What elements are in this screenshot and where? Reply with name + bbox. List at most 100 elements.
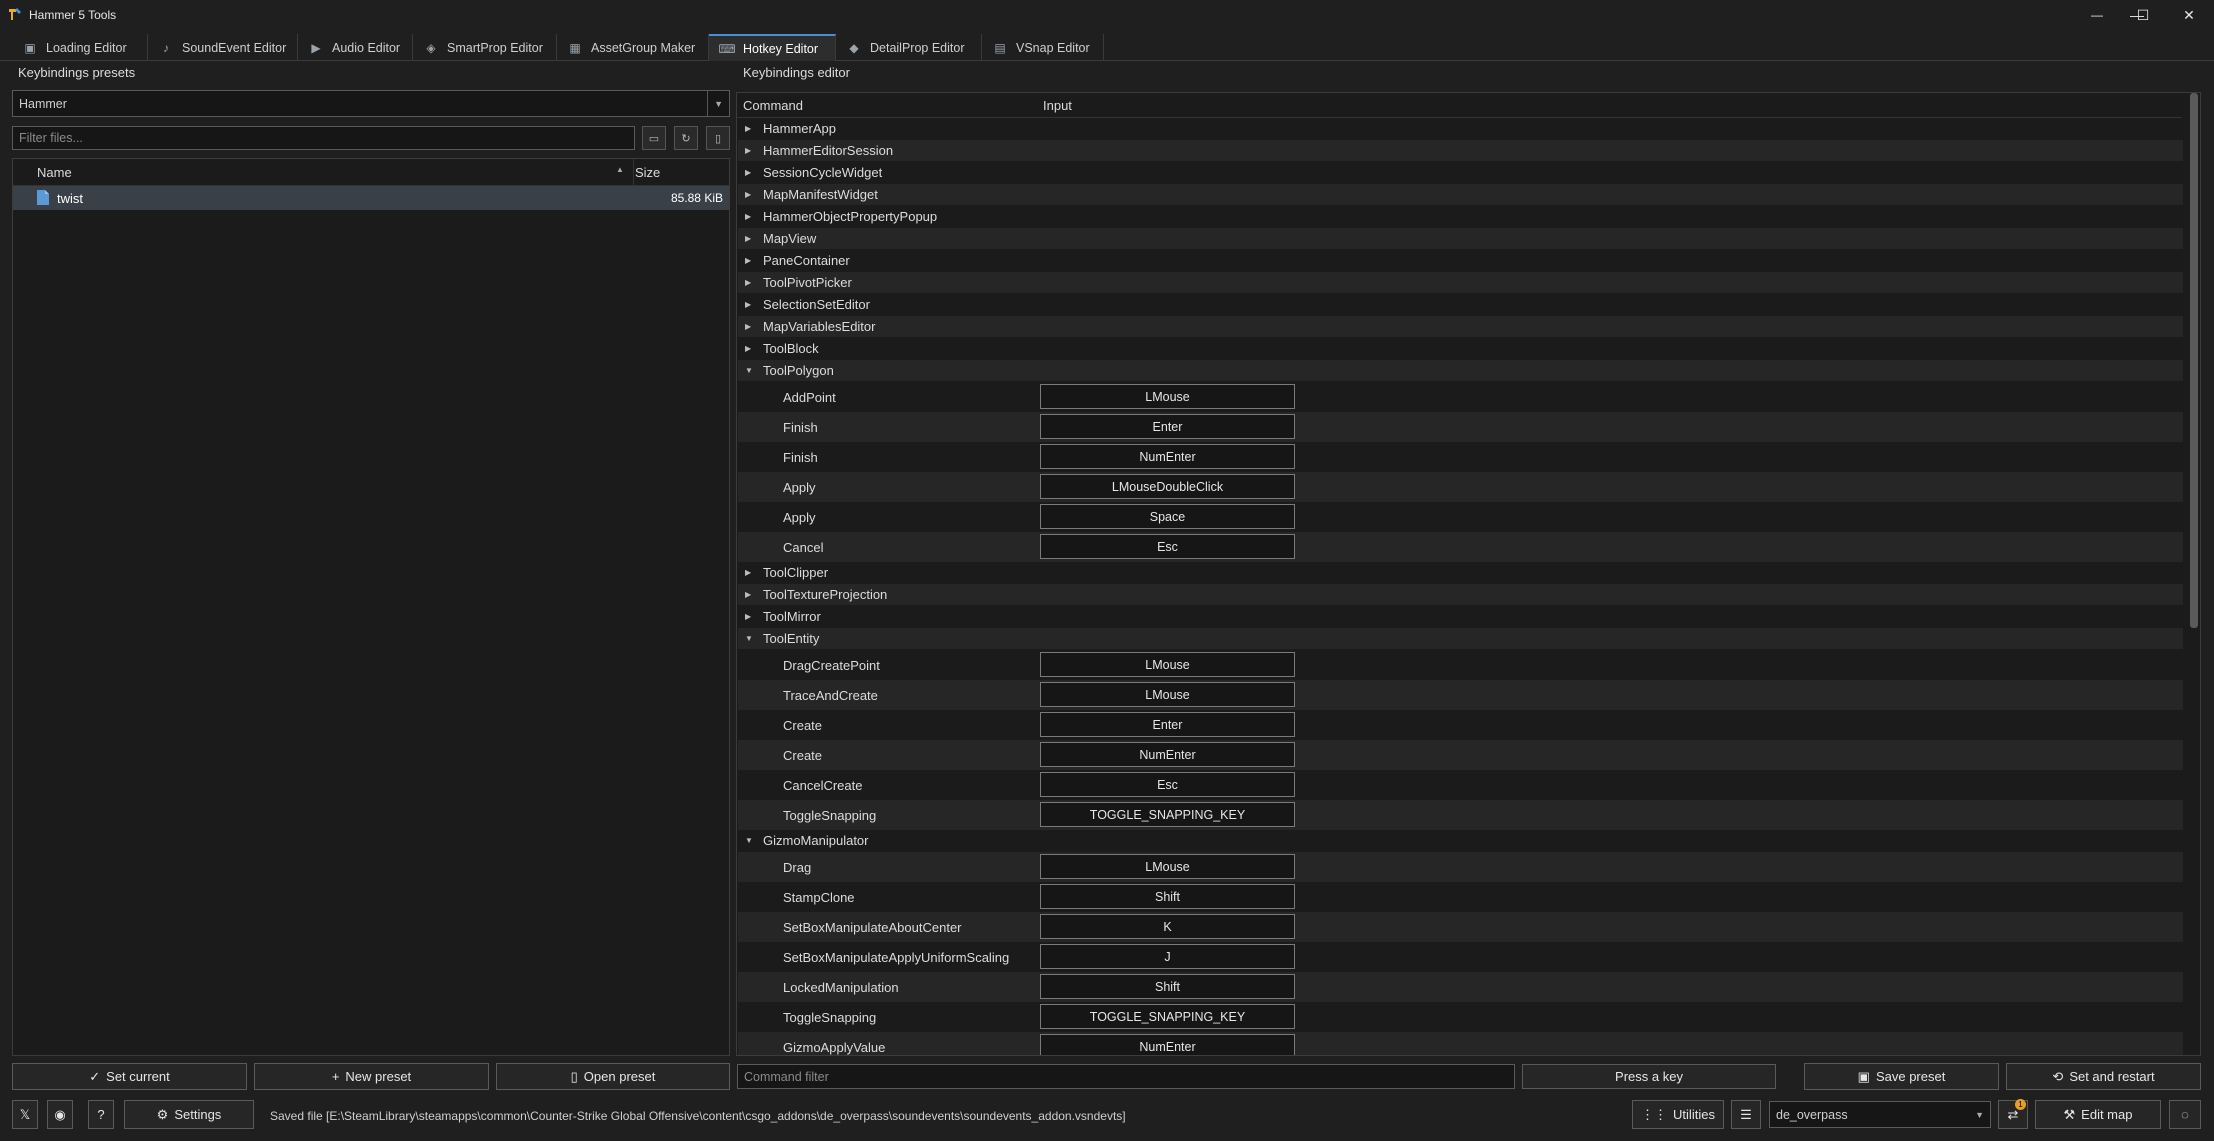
help-button[interactable]: ? (88, 1100, 114, 1129)
binding-input-button[interactable]: LMouseDoubleClick (1040, 474, 1295, 499)
tree-group-sessioncyclewidget[interactable]: ▶ SessionCycleWidget (738, 162, 2183, 183)
edit-map-button[interactable]: ⚒ Edit map (2035, 1100, 2161, 1129)
discord-button[interactable]: ◉ (47, 1100, 73, 1129)
command-filter-placeholder: Command filter (744, 1069, 829, 1084)
addon-select[interactable]: de_overpass ▼ (1769, 1101, 1991, 1128)
binding-row: DragCreatePoint LMouse (738, 650, 2183, 680)
tree-group-hammerapp[interactable]: ▶ HammerApp (738, 118, 2183, 139)
bookmark-button[interactable]: ▯ (706, 126, 730, 150)
binding-input-button[interactable]: LMouse (1040, 854, 1295, 879)
column-name[interactable]: Name (37, 165, 72, 180)
close-icon: ✕ (2183, 6, 2195, 23)
expand-right-icon[interactable]: ▶ (745, 568, 755, 577)
tree-group-selectionseteditor[interactable]: ▶ SelectionSetEditor (738, 294, 2183, 315)
menu-button[interactable]: ☰ (1731, 1100, 1761, 1129)
binding-command: ToggleSnapping (783, 1009, 877, 1025)
save-preset-button[interactable]: ▣ Save preset (1804, 1063, 1999, 1090)
expand-right-icon[interactable]: ▶ (745, 278, 755, 287)
tree-group-hammerobjectpropertypopup[interactable]: ▶ HammerObjectPropertyPopup (738, 206, 2183, 227)
tree-group-toolentity[interactable]: ▼ ToolEntity (738, 628, 2183, 649)
open-folder-button[interactable]: ▭ (642, 126, 666, 150)
file-icon (37, 190, 49, 205)
refresh-button[interactable]: ↻ (674, 126, 698, 150)
tree-group-panecontainer[interactable]: ▶ PaneContainer (738, 250, 2183, 271)
tree-group-toolmirror[interactable]: ▶ ToolMirror (738, 606, 2183, 627)
x-social-button[interactable]: 𝕏 (12, 1100, 38, 1129)
binding-input-button[interactable]: LMouse (1040, 384, 1295, 409)
tab-assetgroup-maker[interactable]: ▦ AssetGroup Maker (557, 34, 709, 61)
expand-right-icon[interactable]: ▶ (745, 322, 755, 331)
tree-group-toolpolygon[interactable]: ▼ ToolPolygon (738, 360, 2183, 381)
new-preset-button[interactable]: + New preset (254, 1063, 489, 1090)
expand-right-icon[interactable]: ▶ (745, 168, 755, 177)
expand-right-icon[interactable]: ▶ (745, 300, 755, 309)
binding-input-button[interactable]: Enter (1040, 712, 1295, 737)
binding-input-button[interactable]: Esc (1040, 534, 1295, 559)
keyboard-icon: ⌨ (718, 41, 736, 56)
tree-group-mapmanifestwidget[interactable]: ▶ MapManifestWidget (738, 184, 2183, 205)
binding-input-button[interactable]: NumEnter (1040, 742, 1295, 767)
tab-smartprop-editor[interactable]: ◈ SmartProp Editor (413, 34, 557, 61)
set-current-button[interactable]: ✓ Set current (12, 1063, 247, 1090)
filter-files-input[interactable]: Filter files... (12, 126, 635, 150)
refresh-icon: ↻ (681, 132, 691, 145)
open-preset-button[interactable]: ▯ Open preset (496, 1063, 730, 1090)
minimize-button-alt[interactable]: — (2074, 0, 2120, 30)
expand-right-icon[interactable]: ▶ (745, 124, 755, 133)
tips-button[interactable]: ◌ (2169, 1100, 2201, 1129)
file-row[interactable]: twist 85.88 KiB (13, 186, 729, 210)
tab-soundevent-editor[interactable]: ♪ SoundEvent Editor (148, 34, 298, 61)
expand-right-icon[interactable]: ▶ (745, 344, 755, 353)
scrollbar-track[interactable] (2187, 93, 2200, 1055)
expand-right-icon[interactable]: ▶ (745, 212, 755, 221)
binding-input-button[interactable]: Esc (1040, 772, 1295, 797)
expand-down-icon[interactable]: ▼ (745, 366, 755, 375)
binding-input-button[interactable]: LMouse (1040, 652, 1295, 677)
settings-button[interactable]: ⚙ Settings (124, 1100, 254, 1129)
set-and-restart-button[interactable]: ⟲ Set and restart (2006, 1063, 2201, 1090)
tree-group-gizmomanipulator[interactable]: ▼ GizmoManipulator (738, 830, 2183, 851)
expand-right-icon[interactable]: ▶ (745, 234, 755, 243)
tab-loading-editor[interactable]: ▣ Loading Editor (12, 34, 148, 61)
tree-group-toolblock[interactable]: ▶ ToolBlock (738, 338, 2183, 359)
tree-group-hammereditorsession[interactable]: ▶ HammerEditorSession (738, 140, 2183, 161)
tab-audio-editor[interactable]: ▶ Audio Editor (298, 34, 413, 61)
binding-input-button[interactable]: NumEnter (1040, 444, 1295, 469)
expand-right-icon[interactable]: ▶ (745, 590, 755, 599)
grid-icon: ⋮⋮ (1641, 1106, 1668, 1122)
binding-input-button[interactable]: Space (1040, 504, 1295, 529)
press-key-button[interactable]: Press a key (1522, 1064, 1776, 1089)
binding-input-button[interactable]: Shift (1040, 884, 1295, 909)
expand-right-icon[interactable]: ▶ (745, 612, 755, 621)
expand-right-icon[interactable]: ▶ (745, 190, 755, 199)
close-button[interactable]: ✕ (2166, 0, 2212, 30)
tree-group-toolpivotpicker[interactable]: ▶ ToolPivotPicker (738, 272, 2183, 293)
tab-label: DetailProp Editor (870, 40, 965, 55)
maximize-button[interactable]: ☐ (2120, 0, 2166, 30)
tab-vsnap-editor[interactable]: ▤ VSnap Editor (982, 34, 1104, 61)
binding-input-button[interactable]: LMouse (1040, 682, 1295, 707)
binding-input-button[interactable]: Enter (1040, 414, 1295, 439)
tree-group-mapview[interactable]: ▶ MapView (738, 228, 2183, 249)
expand-down-icon[interactable]: ▼ (745, 634, 755, 643)
column-size[interactable]: Size (635, 165, 660, 180)
binding-input-button[interactable]: TOGGLE_SNAPPING_KEY (1040, 802, 1295, 827)
tree-group-toolclipper[interactable]: ▶ ToolClipper (738, 562, 2183, 583)
binding-input-button[interactable]: K (1040, 914, 1295, 939)
tab-hotkey-editor[interactable]: ⌨ Hotkey Editor (709, 34, 836, 61)
command-filter-input[interactable]: Command filter (737, 1064, 1515, 1089)
binding-input-button[interactable]: NumEnter (1040, 1034, 1295, 1055)
tree-group-mapvariableseditor[interactable]: ▶ MapVariablesEditor (738, 316, 2183, 337)
preset-select[interactable]: Hammer ▼ (12, 90, 730, 117)
tab-detailprop-editor[interactable]: ◆ DetailProp Editor (836, 34, 982, 61)
expand-right-icon[interactable]: ▶ (745, 146, 755, 155)
binding-input-button[interactable]: TOGGLE_SNAPPING_KEY (1040, 1004, 1295, 1029)
binding-input-button[interactable]: Shift (1040, 974, 1295, 999)
expand-down-icon[interactable]: ▼ (745, 836, 755, 845)
binding-input-button[interactable]: J (1040, 944, 1295, 969)
tree-group-tooltextureprojection[interactable]: ▶ ToolTextureProjection (738, 584, 2183, 605)
utilities-button[interactable]: ⋮⋮ Utilities (1632, 1100, 1724, 1129)
expand-right-icon[interactable]: ▶ (745, 256, 755, 265)
binding-row: Finish Enter (738, 412, 2183, 442)
scrollbar-thumb[interactable] (2190, 93, 2198, 628)
